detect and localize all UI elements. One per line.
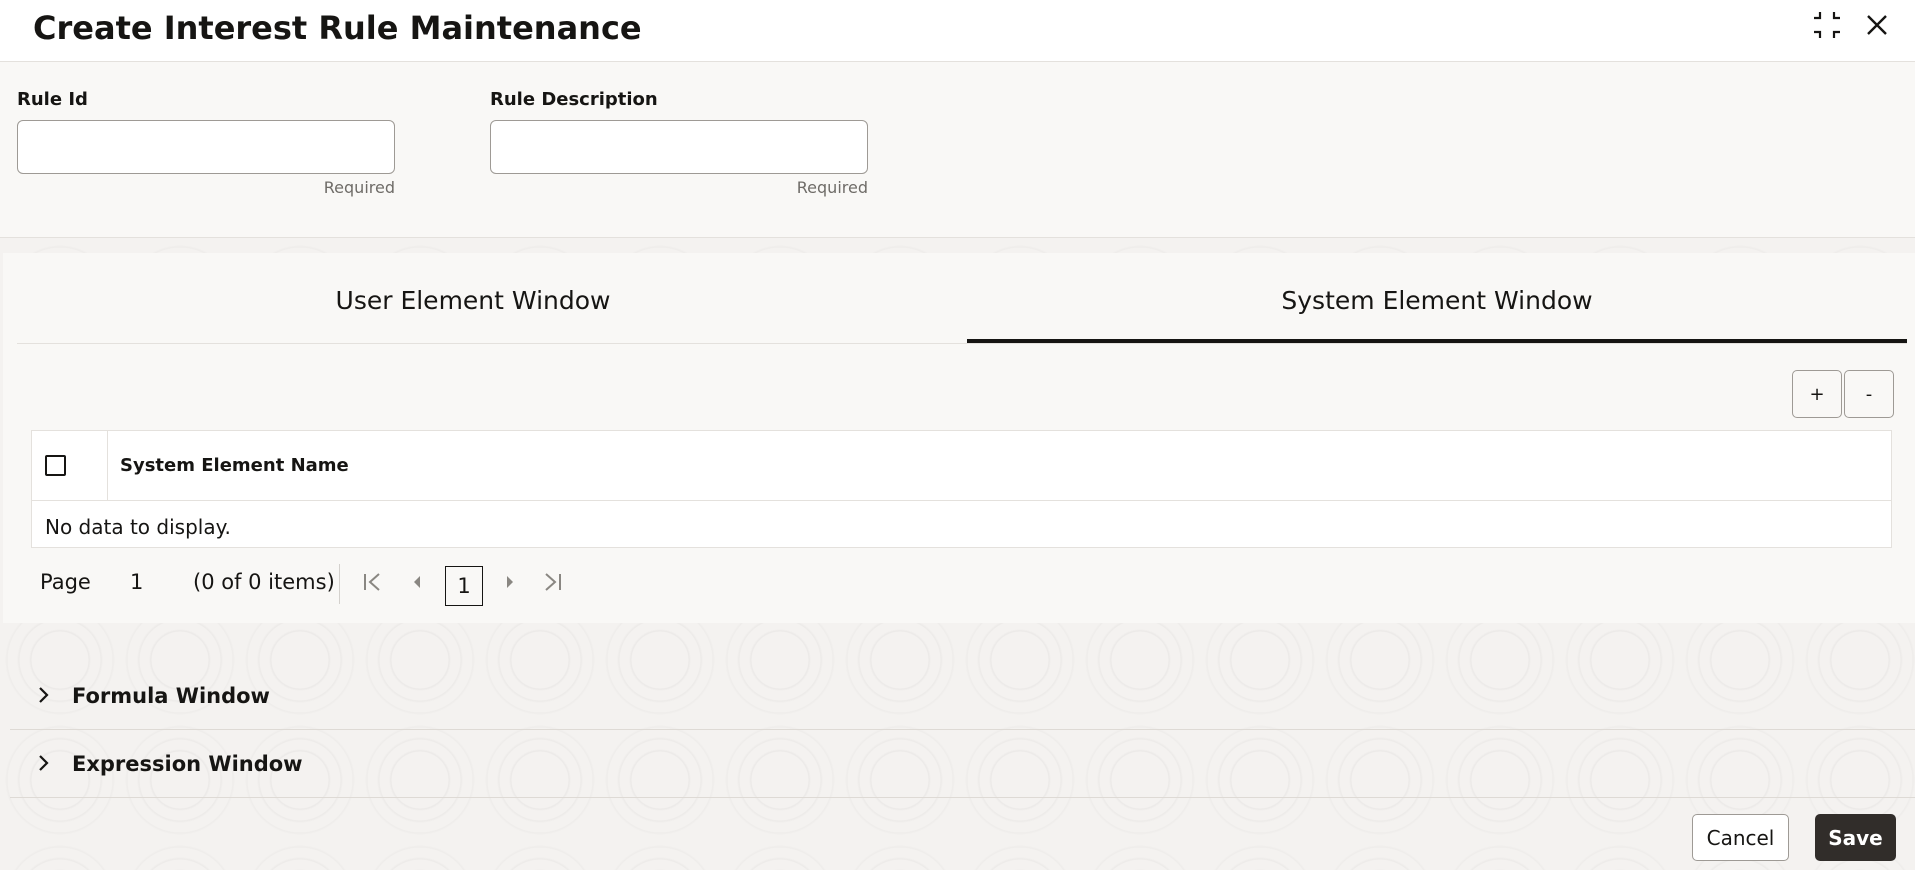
tab-divider	[17, 343, 1907, 344]
expression-window-title: Expression Window	[72, 752, 303, 776]
cancel-button[interactable]: Cancel	[1692, 814, 1789, 861]
rule-description-required-hint: Required	[796, 178, 868, 197]
last-page-icon[interactable]	[539, 568, 567, 596]
rule-header-panel: Rule Id Required Rule Description Requir…	[0, 62, 1915, 238]
column-header-system-element-name[interactable]: System Element Name	[120, 455, 349, 476]
next-page-icon[interactable]	[496, 568, 524, 596]
formula-window-section[interactable]: Formula Window	[10, 664, 1915, 730]
pagination-bar: Page 1 (0 of 0 items) 1	[31, 558, 731, 608]
items-count: (0 of 0 items)	[193, 570, 335, 594]
page-title: Create Interest Rule Maintenance	[33, 9, 642, 47]
page-label: Page	[40, 570, 91, 594]
rule-id-input[interactable]	[17, 120, 395, 174]
table-header-row: System Element Name	[32, 431, 1891, 501]
expression-window-section[interactable]: Expression Window	[10, 732, 1915, 798]
first-page-icon[interactable]	[358, 568, 386, 596]
current-page-button[interactable]: 1	[445, 566, 483, 606]
rule-description-label: Rule Description	[490, 89, 658, 110]
select-all-cell	[32, 431, 108, 501]
chevron-right-icon	[39, 687, 49, 703]
previous-page-icon[interactable]	[403, 568, 431, 596]
element-tab-panel: User Element Window System Element Windo…	[3, 253, 1915, 623]
dialog-header: Create Interest Rule Maintenance	[0, 0, 1915, 62]
pager-separator	[339, 564, 340, 604]
page-number: 1	[130, 570, 144, 594]
add-row-button[interactable]: +	[1792, 370, 1842, 418]
compress-icon[interactable]	[1810, 8, 1844, 42]
empty-table-message: No data to display.	[45, 515, 231, 539]
select-all-checkbox[interactable]	[45, 455, 66, 476]
chevron-right-icon	[39, 755, 49, 771]
rule-description-input[interactable]	[490, 120, 868, 174]
tab-user-element-window[interactable]: User Element Window	[3, 253, 943, 343]
save-button[interactable]: Save	[1815, 814, 1896, 861]
remove-row-button[interactable]: -	[1844, 370, 1894, 418]
system-element-table: System Element Name No data to display.	[31, 430, 1892, 548]
rule-id-label: Rule Id	[17, 89, 88, 110]
tab-system-element-window[interactable]: System Element Window	[967, 253, 1907, 343]
rule-id-required-hint: Required	[323, 178, 395, 197]
formula-window-title: Formula Window	[72, 684, 270, 708]
close-icon[interactable]	[1860, 8, 1894, 42]
